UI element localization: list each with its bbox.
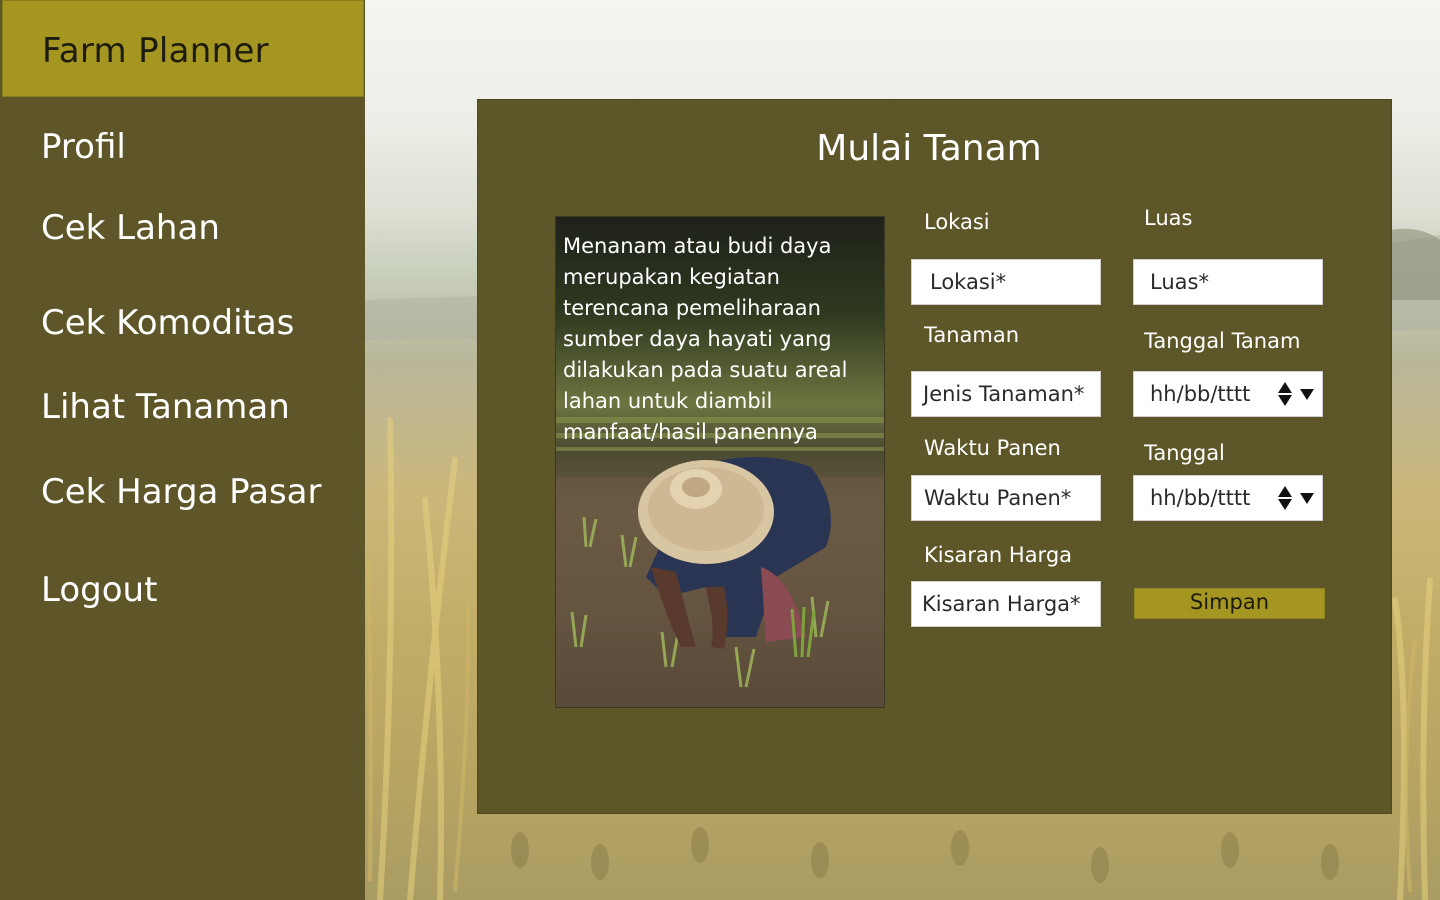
sidebar-item-cek-komoditas[interactable]: Cek Komoditas xyxy=(41,303,294,343)
description-text: Menanam atau budi daya merupakan kegiata… xyxy=(563,234,848,444)
tanggal-tanam-input[interactable]: hh/bb/tttt xyxy=(1133,371,1323,417)
save-button[interactable]: Simpan xyxy=(1134,588,1325,619)
dropdown-arrow-icon[interactable] xyxy=(1300,388,1314,400)
waktu-panen-input[interactable]: Waktu Panen* xyxy=(911,475,1101,521)
kisaran-harga-placeholder: Kisaran Harga* xyxy=(922,592,1081,616)
app-brand[interactable]: Farm Planner xyxy=(2,0,364,97)
sidebar-item-cek-lahan[interactable]: Cek Lahan xyxy=(41,208,220,248)
label-luas: Luas xyxy=(1144,206,1193,230)
label-tanggal-tanam: Tanggal Tanam xyxy=(1144,329,1301,353)
luas-placeholder: Luas* xyxy=(1150,270,1209,294)
tanggal-tanam-placeholder: hh/bb/tttt xyxy=(1150,382,1251,406)
kisaran-harga-input[interactable]: Kisaran Harga* xyxy=(911,581,1101,627)
label-tanggal: Tanggal xyxy=(1144,441,1225,465)
dropdown-arrow-icon[interactable] xyxy=(1300,492,1314,504)
tanggal-placeholder: hh/bb/tttt xyxy=(1150,486,1251,510)
page-title: Mulai Tanam xyxy=(816,128,1042,169)
jenis-tanaman-input[interactable]: Jenis Tanaman* xyxy=(911,371,1101,417)
label-lokasi: Lokasi xyxy=(924,210,990,234)
farmer-photo: Menanam atau budi daya merupakan kegiata… xyxy=(555,216,885,708)
sidebar-item-logout[interactable]: Logout xyxy=(41,570,157,610)
jenis-tanaman-placeholder: Jenis Tanaman* xyxy=(923,382,1085,406)
sidebar-item-cek-harga-pasar[interactable]: Cek Harga Pasar xyxy=(41,472,322,512)
spinner-icon[interactable] xyxy=(1278,485,1292,511)
lokasi-input[interactable]: Lokasi* xyxy=(911,259,1101,305)
lokasi-placeholder: Lokasi* xyxy=(930,270,1007,294)
waktu-panen-placeholder: Waktu Panen* xyxy=(924,486,1072,510)
sidebar-item-lihat-tanaman[interactable]: Lihat Tanaman xyxy=(41,387,290,427)
label-kisaran-harga: Kisaran Harga xyxy=(924,543,1073,567)
label-waktu-panen: Waktu Panen xyxy=(924,436,1061,460)
luas-input[interactable]: Luas* xyxy=(1133,259,1323,305)
spinner-icon[interactable] xyxy=(1278,381,1292,407)
label-tanaman: Tanaman xyxy=(924,323,1020,347)
tanggal-input[interactable]: hh/bb/tttt xyxy=(1133,475,1323,521)
app-title: Farm Planner xyxy=(42,31,269,71)
